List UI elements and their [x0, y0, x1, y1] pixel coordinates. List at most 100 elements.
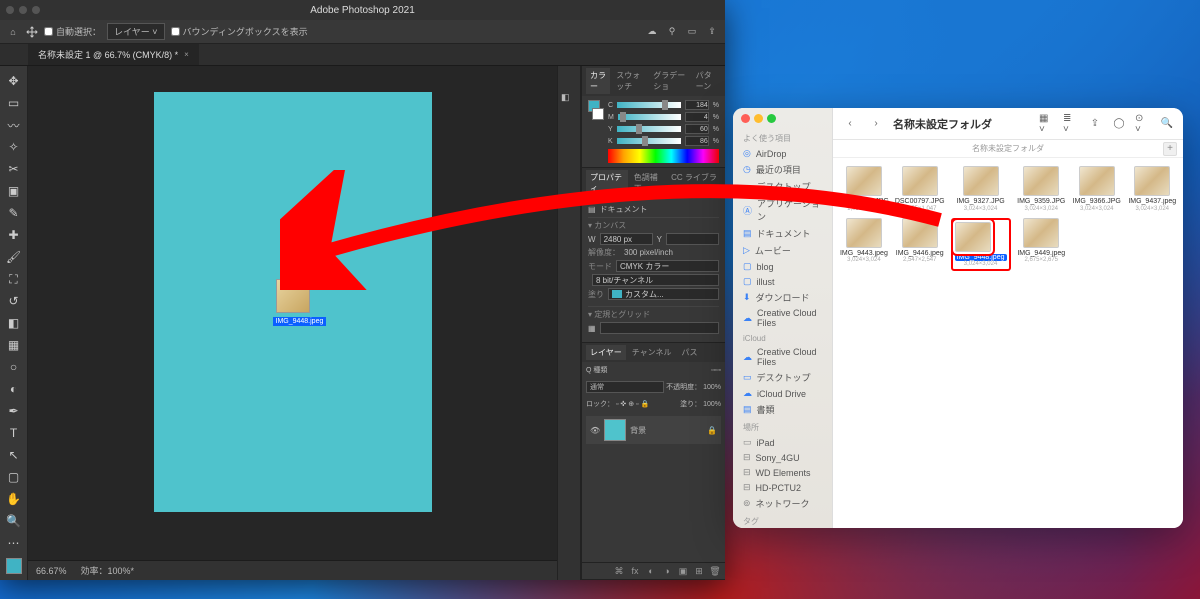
share-icon[interactable]: ⇪: [1087, 116, 1103, 132]
black-slider[interactable]: K%: [608, 136, 719, 146]
search-icon[interactable]: 🔍: [1159, 116, 1175, 132]
hand-tool[interactable]: ✋: [3, 488, 25, 510]
tab-paths[interactable]: パス: [678, 345, 702, 360]
pen-tool[interactable]: ✒: [3, 400, 25, 422]
minimize-button[interactable]: [754, 114, 763, 123]
filter-kind[interactable]: Q 種類: [586, 365, 607, 375]
fx-icon[interactable]: fx: [629, 565, 641, 577]
marquee-tool[interactable]: ▭: [3, 92, 25, 114]
back-button[interactable]: ‹: [841, 115, 859, 133]
tab-cc-libraries[interactable]: CC ライブラリ: [667, 170, 721, 196]
stamp-tool[interactable]: ⛶: [3, 268, 25, 290]
auto-select-dropdown[interactable]: レイヤー ˅: [107, 23, 165, 40]
wand-tool[interactable]: ✧: [3, 136, 25, 158]
tab-color[interactable]: カラー: [586, 68, 610, 94]
blur-tool[interactable]: ○: [3, 356, 25, 378]
y-field[interactable]: [666, 233, 719, 245]
history-icon[interactable]: ◧: [561, 92, 577, 108]
sidebar-item-ドキュメント[interactable]: ▤ドキュメント: [733, 225, 832, 242]
sidebar-item-illust[interactable]: ▢illust: [733, 274, 832, 289]
sidebar-item-デスクトップ[interactable]: ▭デスクトップ: [733, 369, 832, 386]
tag-icon[interactable]: ◯: [1111, 116, 1127, 132]
link-icon[interactable]: ⌘: [613, 565, 625, 577]
sidebar-item-アプリケーション[interactable]: Ⓐアプリケーション: [733, 195, 832, 225]
sidebar-item-WD Elements[interactable]: ⊟WD Elements: [733, 465, 832, 480]
type-tool[interactable]: T: [3, 422, 25, 444]
shape-tool[interactable]: ▢: [3, 466, 25, 488]
eraser-tool[interactable]: ◧: [3, 312, 25, 334]
yellow-slider[interactable]: Y%: [608, 124, 719, 134]
sidebar-item-AirDrop[interactable]: ◎AirDrop: [733, 146, 832, 161]
view-icon[interactable]: ▦ ˅: [1039, 116, 1055, 132]
sidebar-item-書類[interactable]: ▤書類: [733, 401, 832, 418]
file-item[interactable]: IMG_9443.jpeg3,024×3,024: [837, 216, 891, 274]
forward-button[interactable]: ›: [867, 115, 885, 133]
file-grid[interactable]: DSC00793.JPG1,055×1,047DSC00797.JPG1,055…: [833, 158, 1183, 528]
file-item[interactable]: IMG_9327.JPG3,024×3,024: [949, 164, 1013, 214]
sidebar-item-HD-PCTU2[interactable]: ⊟HD-PCTU2: [733, 480, 832, 495]
sidebar-item-iCloud Drive[interactable]: ☁iCloud Drive: [733, 386, 832, 401]
file-item[interactable]: IMG_9366.JPG3,024×3,024: [1070, 164, 1124, 214]
lock-icon[interactable]: 🔒: [707, 426, 717, 435]
zoom-tool[interactable]: 🔍: [3, 510, 25, 532]
more-tools[interactable]: ⋯: [3, 532, 25, 554]
file-item[interactable]: IMG_9446.jpeg2,547×2,547: [893, 216, 947, 274]
tab-adjustments[interactable]: 色調補正: [630, 170, 665, 196]
path-tool[interactable]: ↖: [3, 444, 25, 466]
layer-row[interactable]: 👁 背景 🔒: [586, 416, 721, 444]
sidebar-item-Sony_4GU[interactable]: ⊟Sony_4GU: [733, 450, 832, 465]
layer-name[interactable]: 背景: [630, 425, 646, 436]
trash-icon[interactable]: 🗑: [709, 565, 721, 577]
magenta-slider[interactable]: M%: [608, 112, 719, 122]
sidebar-item-iPad[interactable]: ▭iPad: [733, 435, 832, 450]
dodge-tool[interactable]: ◐: [3, 378, 25, 400]
close-button[interactable]: [741, 114, 750, 123]
window-controls[interactable]: [733, 114, 832, 129]
file-item[interactable]: DSC00793.JPG1,055×1,047: [837, 164, 891, 214]
layer-thumbnail[interactable]: [604, 419, 626, 441]
tab-gradients[interactable]: グラデーショ: [649, 68, 689, 94]
file-item[interactable]: IMG_9448.jpeg3,024×3,024: [949, 216, 1013, 274]
width-field[interactable]: 2480 px: [600, 233, 653, 245]
bounding-box-checkbox[interactable]: バウンディングボックスを表示: [171, 25, 308, 38]
depth-dropdown[interactable]: 8 bit/チャンネル: [592, 274, 719, 286]
history-brush-tool[interactable]: ↺: [3, 290, 25, 312]
sidebar-item-Creative Cloud Files[interactable]: ☁Creative Cloud Files: [733, 306, 832, 330]
sidebar-item-最近の項目[interactable]: ◷最近の項目: [733, 161, 832, 178]
group-icon[interactable]: ≣ ˅: [1063, 116, 1079, 132]
blend-mode-dropdown[interactable]: 通常: [586, 381, 664, 393]
lasso-tool[interactable]: 〰: [3, 114, 25, 136]
file-item[interactable]: IMG_9437.jpeg3,024×3,024: [1126, 164, 1180, 214]
cloud-icon[interactable]: ☁: [645, 25, 659, 39]
color-spectrum[interactable]: [608, 149, 719, 163]
file-item[interactable]: IMG_9449.jpeg2,675×2,675: [1015, 216, 1069, 274]
sidebar-item-デスクトップ[interactable]: ▭デスクトップ: [733, 178, 832, 195]
sidebar-item-ムービー[interactable]: ▷ムービー: [733, 242, 832, 259]
zoom-level[interactable]: 66.67%: [36, 566, 67, 576]
adjustment-icon[interactable]: ◑: [661, 565, 673, 577]
canvas-area[interactable]: IMG_9448.jpeg 66.67% 効率：100%*: [28, 66, 557, 580]
fill-dropdown[interactable]: カスタム...: [608, 288, 719, 300]
gradient-tool[interactable]: ▦: [3, 334, 25, 356]
move-tool[interactable]: ✥: [3, 70, 25, 92]
zoom-button[interactable]: [767, 114, 776, 123]
new-layer-icon[interactable]: ⊞: [693, 565, 705, 577]
share-icon[interactable]: ⇪: [705, 25, 719, 39]
tab-patterns[interactable]: パターン: [692, 68, 721, 94]
frame-tool[interactable]: ▣: [3, 180, 25, 202]
eyedropper-tool[interactable]: ✎: [3, 202, 25, 224]
file-item[interactable]: DSC00797.JPG1,055×1,047: [893, 164, 947, 214]
window-controls[interactable]: [6, 6, 40, 14]
action-icon[interactable]: ⊙ ˅: [1135, 116, 1151, 132]
sidebar-item-blog[interactable]: ▢blog: [733, 259, 832, 274]
ruler-dropdown[interactable]: [600, 322, 719, 334]
search-icon[interactable]: ⚲: [665, 25, 679, 39]
sidebar-item-ダウンロード[interactable]: ⬇ダウンロード: [733, 289, 832, 306]
brush-tool[interactable]: 🖌: [3, 246, 25, 268]
file-item[interactable]: IMG_9359.JPG3,024×3,024: [1015, 164, 1069, 214]
close-icon[interactable]: ×: [184, 50, 189, 59]
document-canvas[interactable]: IMG_9448.jpeg: [154, 92, 432, 512]
healing-tool[interactable]: ✚: [3, 224, 25, 246]
visibility-icon[interactable]: 👁: [590, 426, 600, 435]
tab-channels[interactable]: チャンネル: [628, 345, 676, 360]
